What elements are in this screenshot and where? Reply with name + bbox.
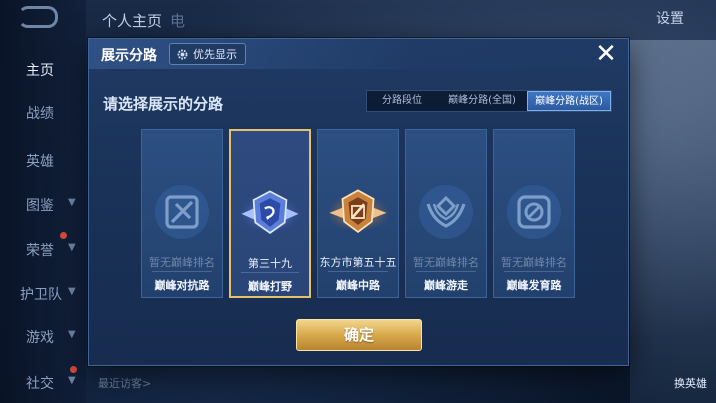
lane-card-farm[interactable]: 暂无巅峰排名 巅峰发育路 — [493, 129, 575, 298]
chevron-down-icon: ▼ — [68, 375, 76, 386]
gear-icon — [177, 49, 188, 59]
tab-secondary[interactable]: 电 — [170, 10, 185, 31]
sidebar: 主页 战绩 英雄 图鉴 ▼ 荣誉 ▼ 护卫队 ▼ 游戏 ▼ 社交 ▼ — [0, 0, 86, 403]
tab-profile[interactable]: 个人主页 — [102, 10, 162, 31]
sidebar-item-social[interactable]: 社交 — [26, 373, 54, 393]
close-icon[interactable]: ✕ — [594, 41, 618, 67]
recent-visitors-link[interactable]: 最近访客> — [98, 375, 151, 391]
chevron-down-icon: ▼ — [68, 286, 76, 297]
farm-lane-icon — [502, 180, 566, 244]
divider — [328, 271, 388, 272]
chevron-down-icon: ▼ — [68, 242, 76, 253]
chevron-down-icon: ▼ — [68, 197, 76, 208]
sidebar-item-honor[interactable]: 荣誉 — [26, 240, 54, 260]
sidebar-item-games[interactable]: 游戏 — [26, 327, 54, 347]
tab-peak-national[interactable]: 巅峰分路(全国) — [437, 91, 527, 111]
divider — [416, 271, 476, 272]
lane-card-roam[interactable]: 暂无巅峰排名 巅峰游走 — [405, 129, 487, 298]
lane-card-clash[interactable]: 暂无巅峰排名 巅峰对抗路 — [141, 129, 223, 298]
card-rank-text: 暂无巅峰排名 — [413, 256, 479, 269]
card-rank-text: 暂无巅峰排名 — [149, 256, 215, 269]
divider — [152, 271, 212, 272]
priority-display-label: 优先显示 — [193, 48, 237, 61]
card-rank-text: 暂无巅峰排名 — [501, 256, 567, 269]
card-lane-label: 巅峰游走 — [424, 279, 468, 292]
notification-dot — [70, 366, 77, 373]
lane-cards: 暂无巅峰排名 巅峰对抗路 第三十九 巅峰打野 东方市第五十五 巅峰中路 暂无巅峰… — [141, 129, 575, 298]
card-rank-text: 第三十九 — [248, 257, 292, 270]
switch-hero-button[interactable]: 换英雄 — [674, 375, 707, 391]
prompt-text: 请选择展示的分路 — [103, 95, 224, 113]
chevron-down-icon: ▼ — [68, 329, 76, 340]
confirm-button[interactable]: 确定 — [296, 319, 422, 351]
sidebar-item-codex[interactable]: 图鉴 — [26, 195, 54, 215]
divider — [241, 272, 299, 273]
jungle-emblem-icon — [238, 181, 302, 245]
priority-display-button[interactable]: 优先显示 — [169, 43, 246, 65]
card-lane-label: 巅峰发育路 — [506, 279, 562, 292]
lane-display-dialog: 展示分路 优先显示 ✕ 请选择展示的分路 分路段位 巅峰分路(全国) 巅峰分路(… — [88, 38, 629, 366]
hero-display-area — [630, 40, 716, 403]
card-lane-label: 巅峰打野 — [248, 280, 292, 293]
roam-lane-icon — [414, 180, 478, 244]
mid-lane-emblem-icon — [326, 180, 390, 244]
app-logo — [18, 6, 58, 28]
clash-lane-icon — [150, 180, 214, 244]
lane-card-mid[interactable]: 东方市第五十五 巅峰中路 — [317, 129, 399, 298]
sidebar-item-home[interactable]: 主页 — [26, 60, 54, 80]
card-lane-label: 巅峰中路 — [336, 279, 380, 292]
tab-lane-rank[interactable]: 分路段位 — [367, 91, 437, 111]
divider — [504, 271, 564, 272]
sidebar-item-record[interactable]: 战绩 — [26, 103, 54, 123]
sidebar-item-guard[interactable]: 护卫队 — [20, 284, 62, 304]
card-lane-label: 巅峰对抗路 — [154, 279, 210, 292]
card-rank-text: 东方市第五十五 — [319, 256, 397, 269]
tab-peak-region[interactable]: 巅峰分路(战区) — [527, 91, 611, 111]
notification-dot — [60, 232, 67, 239]
settings-link[interactable]: 设置 — [656, 8, 684, 28]
lane-tabs: 分路段位 巅峰分路(全国) 巅峰分路(战区) — [366, 90, 612, 112]
dialog-header: 展示分路 优先显示 ✕ — [89, 39, 628, 69]
sidebar-item-heroes[interactable]: 英雄 — [26, 151, 54, 171]
lane-card-jungle[interactable]: 第三十九 巅峰打野 — [229, 129, 311, 298]
dialog-title: 展示分路 — [101, 48, 157, 64]
